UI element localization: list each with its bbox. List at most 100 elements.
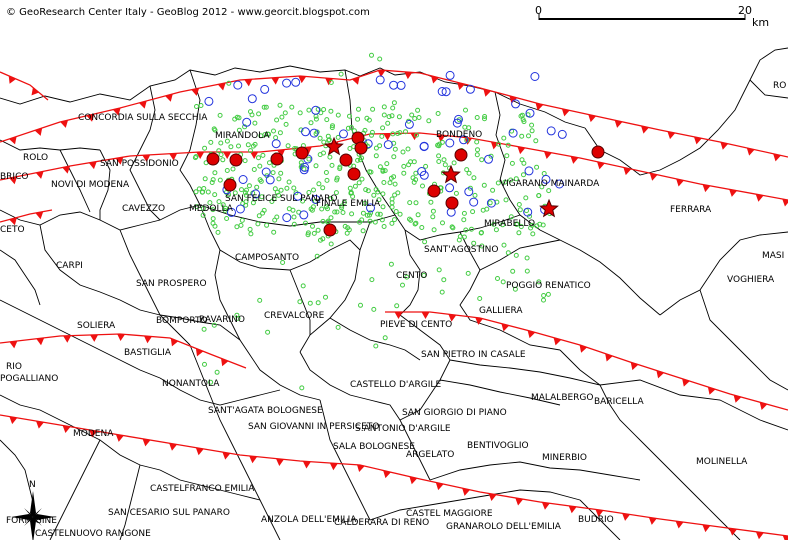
- aftershock-dot: [313, 113, 319, 119]
- aftershock-dot: [284, 185, 290, 191]
- place-label: CALDERARA DI RENO: [334, 518, 429, 528]
- aftershock-dot: [409, 112, 415, 118]
- fault-tooth: [115, 434, 124, 442]
- aftershock-circle: [271, 139, 281, 149]
- aftershock-circle: [469, 197, 479, 207]
- aftershock-dot: [236, 143, 241, 149]
- fault-tooth: [142, 438, 151, 447]
- aftershock-dot: [324, 117, 330, 123]
- aftershock-dot: [401, 170, 407, 176]
- aftershock-dot: [463, 227, 469, 233]
- quake-red-dot[interactable]: [445, 196, 459, 210]
- place-label: MEDOLLA: [189, 204, 234, 214]
- aftershock-dot: [471, 175, 477, 181]
- aftershock-dot: [407, 200, 413, 206]
- aftershock-dot: [534, 164, 540, 170]
- quake-red-dot[interactable]: [454, 148, 468, 162]
- aftershock-dot: [356, 106, 361, 112]
- aftershock-dot: [373, 343, 379, 349]
- mainshock-star-icon[interactable]: [539, 198, 559, 218]
- quake-red-dot[interactable]: [427, 184, 441, 198]
- place-label: CONCORDIA SULLA SECCHIA: [78, 113, 208, 123]
- aftershock-dot: [377, 164, 383, 170]
- aftershock-dot: [505, 250, 511, 256]
- fault-tooth: [302, 461, 311, 469]
- map-canvas[interactable]: CONCORDIA SULLA SECCHIA MIRANDOLA SAN POSS…: [0, 0, 788, 540]
- aftershock-circle: [530, 72, 540, 81]
- aftershock-dot: [198, 103, 204, 108]
- aftershock-dot: [349, 211, 355, 217]
- place-label: CASTELNUOVO RANGONE: [35, 529, 151, 539]
- aftershock-dot: [391, 154, 397, 160]
- mid-boundary-1: [399, 314, 451, 421]
- aftershock-dot: [315, 300, 321, 306]
- aftershock-dot: [451, 160, 457, 166]
- place-label: SALA BOLOGNESE: [333, 442, 415, 452]
- aftershock-dot: [377, 211, 383, 217]
- aftershock-dot: [299, 385, 305, 391]
- fault-tooth: [9, 416, 18, 425]
- aftershock-dot: [338, 71, 344, 77]
- aftershock-dot: [306, 107, 312, 113]
- aftershock-dot: [380, 191, 386, 197]
- aftershock-dot: [396, 114, 402, 120]
- aftershock-dot: [487, 200, 493, 206]
- quake-red-dot[interactable]: [206, 152, 220, 166]
- place-label: POGALLIANO: [0, 374, 58, 384]
- aftershock-dot: [519, 157, 525, 163]
- aftershock-dot: [393, 209, 399, 214]
- aftershock-dot: [390, 105, 396, 111]
- aftershock-dot: [416, 115, 422, 120]
- place-label: RO: [773, 81, 786, 91]
- place-label: FERRARA: [670, 205, 712, 215]
- quake-red-dot[interactable]: [339, 153, 353, 167]
- quake-red-dot[interactable]: [347, 167, 361, 181]
- aftershock-dot: [428, 199, 434, 205]
- aftershock-dot: [533, 138, 539, 144]
- quake-red-dot[interactable]: [591, 145, 605, 159]
- aftershock-dot: [247, 226, 253, 232]
- place-label: BENTIVOGLIO: [467, 441, 529, 451]
- quake-red-dot[interactable]: [295, 146, 309, 160]
- aftershock-dot: [320, 185, 326, 191]
- quake-red-dot[interactable]: [270, 152, 284, 166]
- mainshock-star-icon[interactable]: [441, 164, 461, 184]
- aftershock-dot: [381, 180, 387, 185]
- aftershock-dot: [257, 163, 263, 169]
- fault-tooth: [383, 133, 392, 141]
- aftershock-dot: [470, 209, 476, 215]
- quake-red-dot[interactable]: [229, 153, 243, 167]
- place-label: RIO: [6, 362, 22, 372]
- fault-tooth: [63, 335, 72, 343]
- aftershock-dot: [316, 181, 322, 187]
- aftershock-dot: [392, 217, 397, 223]
- south-boundary-4: [429, 461, 641, 481]
- aftershock-dot: [530, 231, 536, 237]
- aftershock-circle: [242, 117, 252, 127]
- aftershock-dot: [324, 177, 330, 183]
- quake-red-dot[interactable]: [354, 141, 368, 155]
- aftershock-dot: [194, 104, 199, 109]
- place-label: BONDENO: [436, 130, 482, 140]
- quake-red-dot[interactable]: [323, 223, 337, 237]
- place-label: BARICELLA: [594, 397, 644, 407]
- aftershock-dot: [297, 299, 303, 305]
- fault-tooth: [222, 452, 231, 460]
- aftershock-dot: [397, 211, 403, 217]
- aftershock-circle: [238, 175, 248, 184]
- aftershock-dot: [453, 190, 459, 196]
- place-label: BASTIGLIA: [124, 348, 172, 358]
- aftershock-dot: [546, 188, 552, 194]
- fault-tooth: [702, 524, 711, 533]
- aftershock-dot: [217, 177, 223, 183]
- fault-tooth: [36, 421, 44, 429]
- aftershock-circle: [445, 138, 455, 148]
- fault-tooth: [404, 71, 413, 80]
- place-label: POGGIO RENATICO: [506, 281, 591, 291]
- fault-tooth: [117, 333, 126, 342]
- place-label: MALALBERGO: [531, 393, 594, 403]
- aftershock-dot: [380, 204, 386, 210]
- fault-tooth: [421, 312, 430, 319]
- aftershock-dot: [289, 104, 295, 110]
- quake-red-dot[interactable]: [223, 178, 237, 192]
